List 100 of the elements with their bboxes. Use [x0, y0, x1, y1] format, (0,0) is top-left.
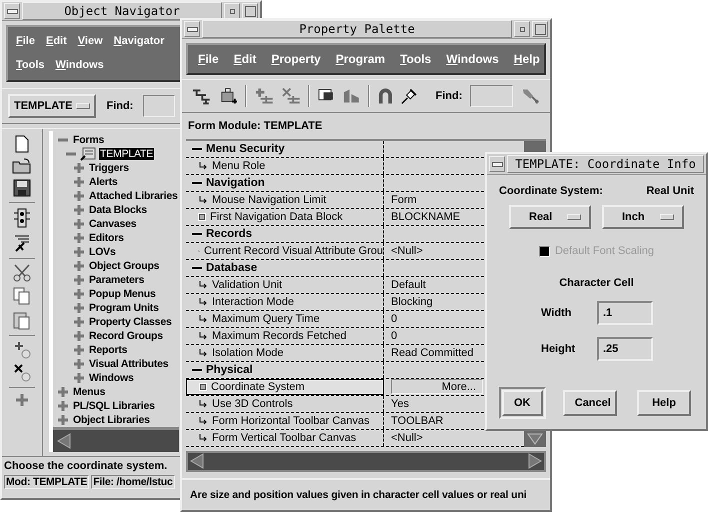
- expand-icon[interactable]: [73, 274, 85, 286]
- property-value[interactable]: Form: [391, 194, 417, 206]
- tree-item[interactable]: Canvases: [88, 218, 138, 230]
- paste-icon[interactable]: [13, 310, 31, 330]
- collapse-icon[interactable]: [192, 264, 202, 270]
- menu-item[interactable]: View: [78, 35, 103, 48]
- menu-item[interactable]: Edit: [234, 52, 256, 66]
- property-name-cell[interactable]: Current Record Visual Attribute Grou: [186, 242, 384, 258]
- tree-item[interactable]: Object Libraries: [72, 414, 151, 426]
- expand-icon[interactable]: [57, 400, 69, 412]
- expand-icon[interactable]: [73, 232, 85, 244]
- minimize-button[interactable]: [514, 21, 530, 37]
- property-name-cell[interactable]: First Navigation Data Block: [186, 208, 384, 224]
- property-name-cell[interactable]: Menu Role: [186, 158, 384, 174]
- tree-item[interactable]: Menus: [72, 386, 106, 398]
- property-group[interactable]: Menu Security: [206, 142, 285, 154]
- expand-icon[interactable]: [73, 316, 85, 328]
- expand-icon[interactable]: [73, 204, 85, 216]
- tree-item[interactable]: PL/SQL Libraries: [72, 400, 156, 412]
- window-menu-button[interactable]: [489, 156, 505, 172]
- hierarchy-icon[interactable]: [192, 86, 211, 105]
- menu-item[interactable]: Navigator: [114, 35, 164, 48]
- menu-item[interactable]: Tools: [400, 52, 432, 66]
- create-icon[interactable]: [13, 341, 31, 360]
- property-name-cell[interactable]: Mouse Navigation Limit: [186, 192, 384, 208]
- property-name-cell[interactable]: Maximum Records Fetched: [186, 328, 384, 344]
- menu-item[interactable]: File: [198, 52, 219, 66]
- dialog-button[interactable]: OK: [502, 390, 542, 416]
- magnet-icon[interactable]: [378, 86, 393, 105]
- expand-icon[interactable]: [73, 288, 85, 300]
- tree-item[interactable]: Alerts: [88, 176, 119, 188]
- property-name-cell[interactable]: Use 3D Controls: [186, 396, 384, 412]
- find-field[interactable]: [143, 94, 176, 117]
- left-arrow-icon[interactable]: [190, 453, 204, 470]
- expand-icon[interactable]: [73, 344, 85, 356]
- down-arrow-icon[interactable]: [527, 432, 543, 444]
- tree-item[interactable]: Property Classes: [88, 316, 173, 328]
- property-name-cell[interactable]: Maximum Query Time: [186, 310, 384, 326]
- collapse-icon[interactable]: [192, 366, 202, 372]
- new-page-icon[interactable]: [14, 135, 30, 154]
- property-value[interactable]: Yes: [391, 398, 409, 410]
- property-group[interactable]: Database: [206, 262, 258, 274]
- scissors-icon[interactable]: [13, 264, 31, 282]
- expand-icon[interactable]: [15, 393, 29, 408]
- module-dropdown[interactable]: TEMPLATE: [8, 94, 96, 118]
- real-unit-dropdown[interactable]: Inch: [602, 205, 684, 229]
- property-group[interactable]: Physical: [206, 364, 253, 376]
- expand-icon[interactable]: [57, 414, 69, 426]
- expand-icon[interactable]: [73, 302, 85, 314]
- menu-item[interactable]: Property: [271, 52, 321, 66]
- tree-item[interactable]: Parameters: [88, 274, 146, 286]
- window-menu-button[interactable]: [4, 3, 20, 19]
- property-name-cell[interactable]: Isolation Mode: [186, 344, 384, 360]
- tree-item[interactable]: Forms: [72, 134, 106, 146]
- more-button[interactable]: More...: [391, 379, 483, 394]
- tree-item[interactable]: Record Groups: [88, 330, 164, 342]
- maximize-button[interactable]: [532, 21, 548, 37]
- add-node-icon[interactable]: [255, 86, 274, 105]
- property-value[interactable]: 0: [391, 312, 398, 324]
- expand-icon[interactable]: [73, 260, 85, 272]
- bag-icon[interactable]: [218, 86, 238, 105]
- horizontal-scrollbar[interactable]: [186, 450, 546, 472]
- menu-item[interactable]: Edit: [46, 35, 67, 48]
- coordinate-system-dropdown[interactable]: Real: [509, 205, 591, 229]
- property-value[interactable]: 0: [391, 330, 398, 342]
- tree-item[interactable]: Data Blocks: [88, 204, 148, 216]
- tree-item[interactable]: Program Units: [88, 302, 160, 314]
- expand-icon[interactable]: [73, 176, 85, 188]
- collapse-icon[interactable]: [192, 230, 202, 236]
- property-group[interactable]: Navigation: [206, 176, 265, 188]
- expand-icon[interactable]: [57, 386, 69, 398]
- expand-icon[interactable]: [73, 372, 85, 384]
- expand-icon[interactable]: [73, 358, 85, 370]
- menu-item[interactable]: Help: [514, 52, 540, 66]
- tree-item[interactable]: TEMPLATE: [99, 148, 154, 160]
- right-arrow-icon[interactable]: [528, 453, 542, 470]
- save-icon[interactable]: [13, 179, 31, 198]
- property-group[interactable]: Records: [206, 228, 252, 240]
- input-field[interactable]: .1: [597, 301, 653, 325]
- property-name-cell[interactable]: Form Horizontal Toolbar Canvas: [186, 412, 384, 428]
- window-menu-button[interactable]: [184, 21, 200, 37]
- property-value[interactable]: Blocking: [391, 296, 433, 308]
- property-name-cell[interactable]: Interaction Mode: [186, 294, 384, 310]
- menu-item[interactable]: File: [16, 35, 35, 48]
- property-value[interactable]: <Null>: [391, 432, 423, 444]
- left-arrow-icon[interactable]: [57, 433, 71, 450]
- input-field[interactable]: .25: [597, 337, 653, 361]
- run-icon[interactable]: [13, 233, 31, 254]
- property-name-cell[interactable]: Validation Unit: [186, 276, 384, 292]
- tree-item[interactable]: Editors: [88, 232, 125, 244]
- collapse-icon[interactable]: [192, 146, 202, 152]
- delete-icon[interactable]: [13, 364, 31, 382]
- tree-item[interactable]: Object Groups: [88, 260, 160, 272]
- collapse-icon[interactable]: [192, 180, 202, 186]
- expand-icon[interactable]: [73, 162, 85, 174]
- find-field[interactable]: [470, 84, 514, 107]
- traffic-light-icon[interactable]: [13, 208, 31, 228]
- menu-item[interactable]: Tools: [16, 59, 45, 72]
- dialog-button[interactable]: Help: [637, 390, 691, 416]
- tree-item[interactable]: Windows: [88, 372, 135, 384]
